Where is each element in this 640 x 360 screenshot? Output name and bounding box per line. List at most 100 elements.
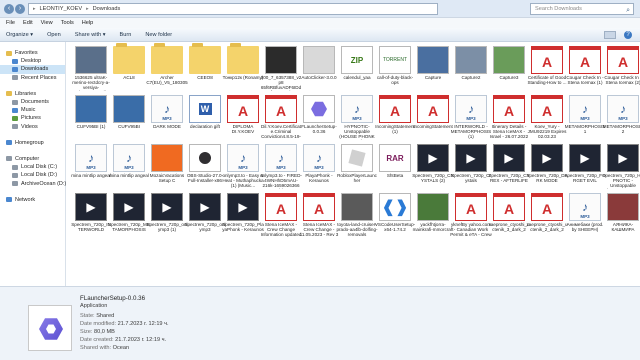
sidebar-favorites[interactable]: Favorites: [0, 49, 65, 57]
file-item[interactable]: RAR ShtBeta: [374, 142, 416, 191]
file-item[interactable]: ♪ MP3 INTERWORLD - METAMORPHOSIS (1): [450, 93, 492, 142]
file-item[interactable]: ZIP calendul_yaa: [336, 44, 378, 93]
new-folder-button[interactable]: New folder: [145, 32, 172, 38]
file-item[interactable]: ♪ MP3 METAMORPHOSIS 2: [602, 93, 640, 142]
organize-button[interactable]: Organize ▾: [6, 32, 33, 38]
file-item[interactable]: A Dil.Y.Koev.Certificate.Criminal Convict…: [260, 93, 302, 142]
sidebar-item-downloads[interactable]: Downloads: [0, 65, 65, 74]
file-item[interactable]: TORRENT call-of-duty-black-ops: [374, 44, 416, 93]
sidebar-item-pictures[interactable]: Pictures: [0, 114, 65, 122]
file-item[interactable]: ♪ MP3 onlymp3.to - Easy & Heat - Muthaphuc…: [222, 142, 264, 191]
back-button[interactable]: ‹: [4, 4, 14, 14]
file-item[interactable]: A Stena IceMAX - Crew Change Information …: [260, 191, 302, 240]
details-pane: FLauncherSetup-0.0.36 Application State:…: [0, 286, 640, 360]
file-item[interactable]: ▶ Spectrem_720p_FORGET EVIL: [564, 142, 606, 191]
search-icon[interactable]: ⌕: [626, 5, 630, 16]
breadcrumb-user[interactable]: LEONTIY_KOEV: [40, 6, 83, 12]
file-item[interactable]: ▶ Spectrem_720p_Crystals: [450, 142, 492, 191]
address-bar[interactable]: ▸ LEONTIY_KOEV ▸ Downloads: [28, 3, 438, 15]
search-input[interactable]: Search Downloads ⌕: [530, 3, 634, 15]
image-thumbnail-icon: [303, 46, 335, 74]
file-item[interactable]: Archer C7(EU)_V5_180305: [146, 43, 188, 93]
file-item[interactable]: FLauncherSetup-0.0.36: [298, 93, 340, 142]
file-item[interactable]: ▶ Spectrem_720p_INTERWORLD: [70, 191, 112, 240]
file-item[interactable]: AyknefBy yahoo.com - Canadian Work Permi…: [450, 191, 492, 240]
file-item[interactable]: Wdeclaration gift: [184, 93, 226, 142]
file-item[interactable]: ACL8: [108, 43, 150, 93]
file-item[interactable]: Capture2: [450, 44, 492, 93]
file-item[interactable]: ▶Spectrem_720p_HYPNOTIC - Unstoppable (H…: [602, 142, 640, 191]
file-item[interactable]: A Cougar Check In - Stena Icemax (1): [564, 44, 606, 93]
breadcrumb-downloads[interactable]: Downloads: [93, 6, 121, 12]
sidebar-item-music[interactable]: Music: [0, 106, 65, 114]
file-item[interactable]: ▶ Spectrem_720p_CRYSTALS (2): [412, 142, 454, 191]
menu-file[interactable]: File: [6, 20, 15, 26]
file-item[interactable]: 300_7_6357388_v2 p8 65f6RBfuvADF6IDdou77…: [260, 44, 302, 93]
sidebar-item-recent-places[interactable]: Recent Places: [0, 74, 65, 82]
file-item[interactable]: A DIPLOMA DI.Y.KOEV: [222, 93, 264, 142]
share-with-button[interactable]: Share with ▾: [75, 32, 106, 38]
file-item[interactable]: RobloxPlayerLauncher: [336, 142, 378, 191]
sidebar-item-desktop[interactable]: Desktop: [0, 57, 65, 65]
file-item[interactable]: ▶ Spectrem_720p_onlymp3: [184, 191, 226, 240]
file-item[interactable]: ♪ MP3 mina mintlip angeal: [70, 142, 112, 191]
file-item[interactable]: ♪ MP3 mina mintlip angeal: [108, 142, 150, 191]
file-item[interactable]: toyota-land-cruiser-prado-aa4lb-dolfing-…: [336, 191, 378, 240]
file-item[interactable]: Azaeprone_ctyoshi_uctenik_2_dark_2: [526, 191, 568, 240]
help-icon[interactable]: ?: [624, 31, 632, 39]
file-item[interactable]: ♪ MP3 Анимебаки (prod. by SHEEPH): [564, 191, 606, 240]
file-item[interactable]: ♪ MP3 METAMORPHOSIS 1: [564, 93, 606, 142]
mp3-icon: ♪ MP3: [455, 95, 487, 123]
menu-help[interactable]: Help: [82, 20, 94, 26]
file-name: Cougar Check In - Stena Icemax (2): [604, 75, 640, 85]
sidebar-item-archiveocean[interactable]: ArchiveOcean (D:): [0, 179, 66, 187]
file-item[interactable]: A Cougar Check In - Stena Icemax (2): [602, 44, 640, 93]
file-item[interactable]: CEEO8: [184, 43, 226, 93]
file-item[interactable]: Тонкр12к (Ronamy): [222, 43, 264, 93]
file-item[interactable]: Capture3: [488, 44, 530, 93]
sidebar-homegroup[interactable]: Homegroup: [0, 139, 65, 147]
file-item[interactable]: ▶ Spectrem_720p_METAMORPHOSIS: [108, 191, 150, 240]
forward-button[interactable]: ›: [15, 4, 25, 14]
sidebar-item-local-disk-c[interactable]: Local Disk (C:): [0, 163, 65, 171]
file-item[interactable]: ▶ Spectrem_720p_PlayaPhonk - Keraunos: [222, 191, 264, 240]
open-button[interactable]: Open: [47, 32, 61, 38]
file-item[interactable]: ♪ MP3 PlayaPhonk - Keraunos: [298, 142, 340, 191]
burn-button[interactable]: Burn: [120, 32, 132, 38]
sidebar-item-videos[interactable]: Videos: [0, 123, 65, 131]
sidebar-item-local-disk-d[interactable]: Local Disk (D:): [0, 171, 65, 179]
file-item[interactable]: ▶ Spectrem_720p_DARK MODE: [526, 142, 568, 191]
recent-places-icon: [12, 75, 18, 81]
sidebar-libraries[interactable]: Libraries: [0, 90, 65, 98]
menu-tools[interactable]: Tools: [61, 20, 74, 26]
file-item[interactable]: A Itinerary Details - Stena IceMAX - Isra…: [488, 93, 530, 142]
file-item[interactable]: ♪ MP3 onlymp3.to - FIRED-4WNHhD5mAU-216k-1…: [260, 142, 302, 191]
file-item[interactable]: Azaeprone_ctyoshi_uctenik_3_dark_2: [488, 191, 530, 240]
menu-edit[interactable]: Edit: [23, 20, 33, 26]
file-item[interactable]: CUFV95BI: [108, 93, 150, 142]
file-item[interactable]: A IncomingStatement (1): [374, 93, 416, 142]
file-item[interactable]: A Certificate of Good Standing-How to ...: [526, 44, 568, 93]
file-item[interactable]: ♪ MP3 DARK MODE: [146, 93, 188, 142]
file-item[interactable]: ▶ Spectrem_720p_CYREX - AFTERLIFE: [488, 142, 530, 191]
file-item[interactable]: ❰❱ VSCodeUserSetup-x64-1.74.2: [374, 191, 416, 240]
file-item[interactable]: AutoClicker-3.0.0: [298, 44, 340, 93]
file-item[interactable]: CUFV95BI (1): [70, 93, 112, 142]
file-item[interactable]: 1536625 ultraK-merino-rectdcry-a-versiya…: [70, 44, 112, 93]
file-item[interactable]: A IncomingStatement: [412, 93, 454, 142]
sidebar-network[interactable]: Network: [0, 196, 65, 204]
file-item[interactable]: yackfhtjorra-mainkrafi-mmorcraft: [412, 191, 454, 240]
menu-view[interactable]: View: [41, 20, 53, 26]
file-item[interactable]: АЯНИКА-КАШМИРА: [602, 191, 640, 240]
file-item[interactable]: ▶ Spectrem_720p_onlymp3 (1): [146, 191, 188, 240]
file-item[interactable]: OBS-Studio-27.0-Full-Installer-x86: [184, 142, 226, 191]
sidebar-computer[interactable]: Computer: [0, 155, 65, 163]
file-item[interactable]: A Koev_Yury - JMU92219 Expires 02.03.23: [526, 93, 568, 142]
file-item[interactable]: Capture: [412, 44, 454, 93]
sidebar-item-documents[interactable]: Documents: [0, 98, 65, 106]
file-item[interactable]: MozaicVacations Setup C: [146, 142, 188, 191]
change-view-button[interactable]: [604, 31, 616, 39]
file-item[interactable]: ♪MP3HYPNOTIC-Unstoppable (HOUSE PHONK ZX…: [336, 93, 378, 142]
file-item[interactable]: A Stena IceMAX - Crew Change - 11.05.2023…: [298, 191, 340, 240]
file-name: PlayaPhonk - Keraunos: [305, 173, 333, 183]
